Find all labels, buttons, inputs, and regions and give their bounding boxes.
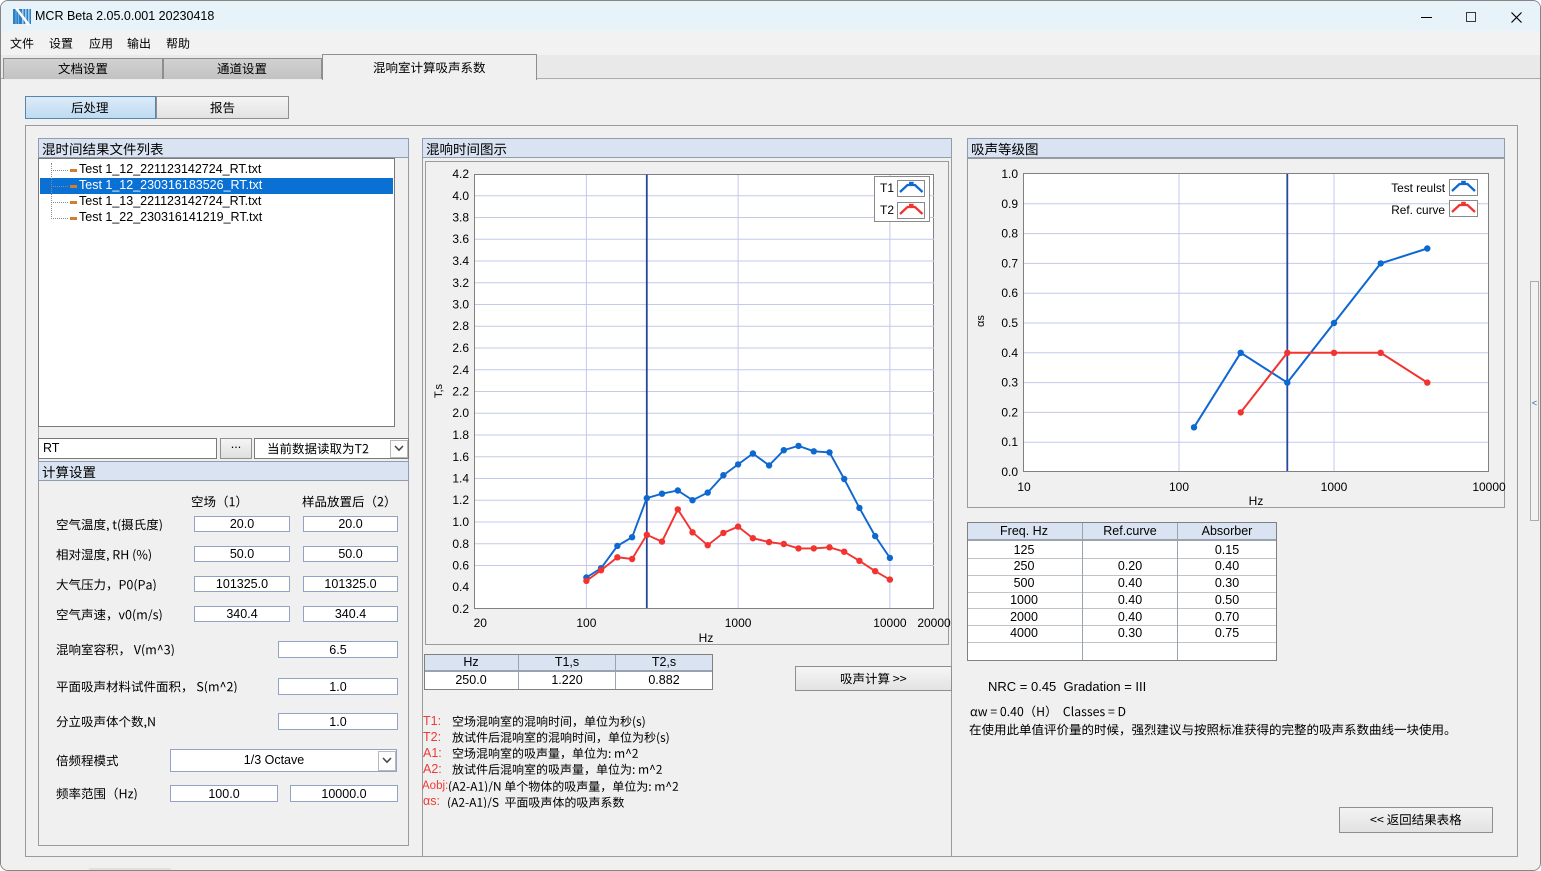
svg-text:0.3: 0.3 (1001, 376, 1018, 390)
svg-text:0.4: 0.4 (1001, 346, 1018, 360)
svg-text:100: 100 (1169, 480, 1189, 494)
svg-text:1000: 1000 (1321, 480, 1348, 494)
svg-text:0.2: 0.2 (452, 602, 469, 616)
svg-text:0.6: 0.6 (1001, 286, 1018, 300)
svg-text:0.7: 0.7 (1001, 256, 1018, 270)
svg-text:3.6: 3.6 (452, 232, 469, 246)
svg-text:20: 20 (474, 616, 488, 630)
svg-text:4.0: 4.0 (452, 189, 469, 203)
svg-text:3.2: 3.2 (452, 276, 469, 290)
svg-text:Hz: Hz (699, 631, 714, 645)
svg-text:T1: T1 (880, 181, 894, 195)
svg-text:0.9: 0.9 (1001, 197, 1018, 211)
svg-text:0.1: 0.1 (1001, 435, 1018, 449)
svg-text:Hz: Hz (1249, 494, 1264, 508)
svg-text:αs: αs (975, 315, 987, 327)
svg-text:0.5: 0.5 (1001, 316, 1018, 330)
svg-text:Ref. curve: Ref. curve (1391, 203, 1445, 217)
svg-text:Test reulst: Test reulst (1391, 181, 1445, 195)
svg-text:1.0: 1.0 (1001, 167, 1018, 181)
svg-text:0.6: 0.6 (452, 559, 469, 573)
svg-text:2.0: 2.0 (452, 406, 469, 420)
svg-text:T,s: T,s (433, 383, 445, 398)
svg-text:0.0: 0.0 (1001, 465, 1018, 479)
svg-text:3.8: 3.8 (452, 211, 469, 225)
svg-text:2.6: 2.6 (452, 341, 469, 355)
svg-text:2.4: 2.4 (452, 363, 469, 377)
svg-text:0.4: 0.4 (452, 580, 469, 594)
svg-text:1.6: 1.6 (452, 450, 469, 464)
svg-text:10000: 10000 (1472, 480, 1506, 494)
svg-text:3.4: 3.4 (452, 254, 469, 268)
svg-text:1000: 1000 (725, 616, 752, 630)
svg-text:1.4: 1.4 (452, 472, 469, 486)
svg-text:2.2: 2.2 (452, 385, 469, 399)
svg-text:1.2: 1.2 (452, 493, 469, 507)
svg-text:100: 100 (576, 616, 596, 630)
svg-text:4.2: 4.2 (452, 167, 469, 181)
svg-text:T2: T2 (880, 203, 894, 217)
svg-text:0.8: 0.8 (1001, 227, 1018, 241)
svg-text:0.8: 0.8 (452, 537, 469, 551)
svg-text:0.2: 0.2 (1001, 405, 1018, 419)
svg-text:10: 10 (1017, 480, 1031, 494)
svg-text:1.0: 1.0 (452, 515, 469, 529)
svg-text:1.8: 1.8 (452, 428, 469, 442)
svg-text:2.8: 2.8 (452, 319, 469, 333)
svg-text:3.0: 3.0 (452, 298, 469, 312)
